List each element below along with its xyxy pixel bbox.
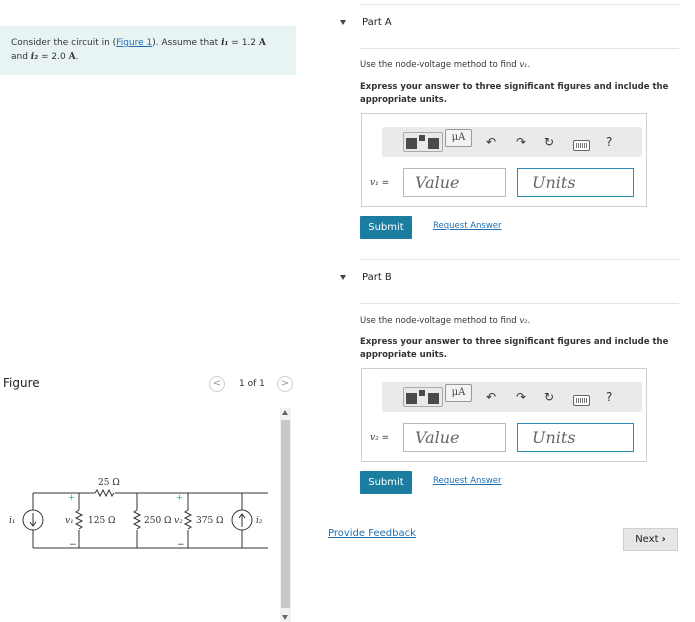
templates-icon[interactable] [403, 387, 443, 407]
i1-value: = 1.2 [228, 38, 259, 48]
collapse-triangle-icon [340, 20, 346, 25]
part-b-instruction: Use the node-voltage method to find v₂. [360, 316, 530, 326]
figure-scrollbar[interactable] [280, 408, 291, 622]
arrow-down-icon [29, 513, 37, 527]
part-divider [360, 303, 679, 304]
problem-text: and [11, 52, 31, 62]
keyboard-icon[interactable] [573, 395, 590, 406]
part-b-requirements: Express your answer to three significant… [360, 337, 669, 360]
part-b-request-answer-link[interactable]: Request Answer [433, 476, 502, 486]
label-r-top: 25 Ω [98, 478, 120, 488]
label-i1: i₁ [9, 516, 16, 526]
resistor-125 [74, 509, 84, 530]
part-a-units-input[interactable]: Units [517, 168, 634, 197]
part-a-requirements: Express your answer to three significant… [360, 82, 669, 105]
keyboard-icon[interactable] [573, 140, 590, 151]
arrow-up-icon [238, 513, 246, 527]
equals-sign: = [378, 178, 390, 188]
units-button[interactable]: μA [445, 129, 472, 147]
problem-text: ). Assume that [152, 38, 222, 48]
part-b-value-input[interactable]: Value [403, 423, 506, 452]
chevron-right-icon: › [661, 534, 666, 545]
v1-minus: − [69, 540, 77, 550]
scrollbar-thumb[interactable] [281, 420, 290, 608]
undo-icon[interactable]: ↶ [484, 135, 498, 149]
label-i2: i₂ [256, 516, 263, 526]
chevron-left-icon: < [212, 378, 222, 389]
variable-symbol: v₂ [370, 433, 379, 443]
next-label: Next [635, 534, 659, 545]
part-b-units-input[interactable]: Units [517, 423, 634, 452]
part-a-request-answer-link[interactable]: Request Answer [433, 221, 502, 231]
next-figure-button[interactable]: > [277, 376, 293, 392]
problem-text: Consider the circuit in ( [11, 38, 117, 48]
chevron-right-icon: > [280, 378, 290, 389]
figure-pager: 1 of 1 [239, 379, 265, 389]
redo-icon[interactable]: ↷ [514, 135, 528, 149]
part-a-title: Part A [362, 17, 392, 28]
part-a-value-input[interactable]: Value [403, 168, 506, 197]
instruction-text: Use the node-voltage method to find [360, 60, 520, 70]
part-b-title: Part B [362, 272, 392, 283]
v1-plus: + [68, 493, 75, 502]
part-divider [360, 48, 679, 49]
figure-link[interactable]: Figure 1 [116, 38, 152, 48]
help-button[interactable]: ? [606, 390, 612, 404]
part-a-variable-label: v₁ = [370, 178, 389, 188]
circuit-diagram: 25 Ω 125 Ω 250 Ω 375 Ω v₁ v₂ i₁ i₂ + − +… [9, 478, 268, 550]
figure-title: Figure [3, 376, 40, 390]
part-a-instruction: Use the node-voltage method to find v₁. [360, 60, 530, 70]
scroll-down-arrow-icon[interactable] [282, 615, 288, 620]
templates-icon[interactable] [403, 132, 443, 152]
part-b-variable-label: v₂ = [370, 433, 389, 443]
problem-text: . [75, 52, 79, 62]
equals-sign: = [378, 433, 390, 443]
resistor-375 [183, 509, 193, 530]
next-button[interactable]: Next › [623, 528, 678, 551]
v2-minus: − [177, 540, 185, 550]
scroll-up-arrow-icon[interactable] [282, 410, 288, 415]
reset-icon[interactable]: ↻ [542, 135, 556, 149]
resistor-250 [132, 509, 142, 530]
instruction-variable: v₂ [519, 316, 528, 326]
resistor-25 [94, 488, 115, 498]
label-r1: 125 Ω [88, 516, 116, 526]
instruction-text: . [527, 316, 531, 326]
units-button[interactable]: μA [445, 384, 472, 402]
undo-icon[interactable]: ↶ [484, 390, 498, 404]
part-divider [360, 259, 679, 260]
problem-statement: Consider the circuit in (Figure 1). Assu… [0, 26, 296, 75]
variable-symbol: v₁ [370, 178, 379, 188]
v2-plus: + [176, 493, 183, 502]
part-b-submit-button[interactable]: Submit [360, 471, 412, 494]
i2-unit: A [68, 52, 76, 62]
label-v1: v₁ [65, 516, 74, 526]
collapse-triangle-icon [340, 275, 346, 280]
help-button[interactable]: ? [606, 135, 612, 149]
part-a-submit-button[interactable]: Submit [360, 216, 412, 239]
i1-unit: A [258, 38, 266, 48]
i2-value: = 2.0 [38, 52, 69, 62]
instruction-text: . [527, 60, 531, 70]
instruction-text: Use the node-voltage method to find [360, 316, 520, 326]
label-r2: 250 Ω [144, 516, 172, 526]
label-v2: v₂ [174, 516, 183, 526]
part-divider [360, 4, 679, 5]
provide-feedback-link[interactable]: Provide Feedback [328, 528, 416, 539]
previous-figure-button[interactable]: < [209, 376, 225, 392]
reset-icon[interactable]: ↻ [542, 390, 556, 404]
instruction-variable: v₁ [519, 60, 528, 70]
redo-icon[interactable]: ↷ [514, 390, 528, 404]
label-r3: 375 Ω [196, 516, 224, 526]
